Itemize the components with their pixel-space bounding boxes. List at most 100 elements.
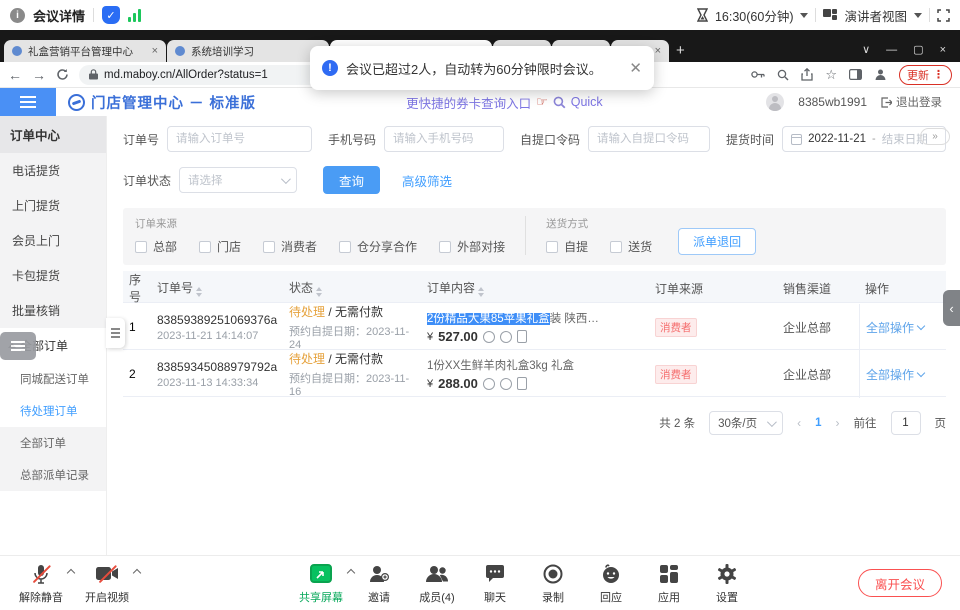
forward-icon[interactable]: → [32, 67, 46, 83]
checkbox-warehouse-coop[interactable]: 仓分享合作 [339, 238, 417, 255]
reactions-button[interactable]: 回应 [582, 562, 640, 605]
pickup-code-input[interactable] [588, 126, 710, 152]
toast-close-icon[interactable]: ✕ [629, 59, 642, 77]
col-status[interactable]: 状态 [283, 279, 421, 297]
sidebar-drag-handle[interactable] [106, 318, 125, 348]
logout-icon [881, 97, 892, 108]
sidebar-item-card-pickup[interactable]: 卡包提货 [0, 258, 106, 293]
settings-button[interactable]: 设置 [698, 562, 756, 605]
browser-tab-2[interactable]: 系统培训学习 × [167, 40, 329, 62]
col-content[interactable]: 订单内容 [421, 279, 649, 297]
sidebar-sub-hq-dispatch[interactable]: 总部派单记录 [0, 459, 106, 491]
unmute-button[interactable]: 解除静音 [12, 562, 70, 605]
sidebar-toggle-button[interactable] [0, 88, 56, 116]
leave-meeting-button[interactable]: 离开会议 [858, 569, 942, 597]
per-page-select[interactable]: 30条/页 [709, 411, 783, 435]
quick-label[interactable]: Quick [571, 95, 603, 109]
prev-page-button[interactable]: ‹ [797, 416, 801, 430]
order-status-select[interactable]: 请选择 [179, 167, 297, 193]
bookmark-star-icon[interactable]: ☆ [825, 67, 837, 83]
order-content-rest: 1份XX生鲜羊肉礼盒3kg 礼盒 [427, 360, 574, 372]
checkbox-consumer[interactable]: 消费者 [263, 238, 317, 255]
col-order-no[interactable]: 订单号 [151, 279, 283, 297]
mic-options-caret[interactable] [67, 568, 75, 576]
checkbox-store[interactable]: 门店 [199, 238, 241, 255]
security-shield-icon[interactable]: ✓ [102, 6, 120, 24]
sidebar-sub-pending-orders[interactable]: 待处理订单 [0, 395, 106, 427]
meeting-info-icon[interactable]: i [10, 8, 25, 23]
browser-menu-icon[interactable]: ⋮ [933, 68, 944, 81]
sidebar-sub-city-delivery[interactable]: 同城配送订单 [0, 363, 106, 395]
browser-tab-1[interactable]: 礼盒营销平台管理中心 × [4, 40, 166, 62]
password-key-icon[interactable] [751, 70, 765, 79]
new-tab-button[interactable]: + [676, 42, 685, 59]
checkbox-self-pickup[interactable]: 自提 [546, 238, 588, 255]
checkbox-icon[interactable] [135, 241, 147, 253]
sidebar-item-batch-verify[interactable]: 批量核销 [0, 293, 106, 328]
checkbox-icon[interactable] [439, 241, 451, 253]
zoom-icon[interactable] [777, 69, 789, 81]
checkbox-icon[interactable] [339, 241, 351, 253]
chrome-update-button[interactable]: 更新 ⋮ [899, 65, 952, 85]
right-panel-handle[interactable]: ‹ [943, 290, 960, 326]
user-avatar[interactable] [766, 93, 784, 111]
date-start-value[interactable]: 2022-11-21 [808, 133, 866, 145]
checkbox-icon[interactable] [199, 241, 211, 253]
checkbox-delivery[interactable]: 送货 [610, 238, 652, 255]
current-page[interactable]: 1 [815, 417, 821, 429]
window-close-button[interactable]: × [940, 44, 946, 56]
share-screen-button[interactable]: 共享屏幕 [292, 562, 350, 605]
checkbox-icon[interactable] [546, 241, 558, 253]
sidebar-sub-all-orders[interactable]: 全部订单 [0, 427, 106, 459]
sort-icon[interactable] [316, 287, 322, 297]
profile-icon[interactable] [874, 68, 887, 81]
chat-button[interactable]: 聊天 [466, 562, 524, 605]
meeting-toolbar: 解除静音 开启视频 共享屏幕 [0, 555, 960, 610]
search-button[interactable]: 查询 [323, 166, 380, 194]
checkbox-hq[interactable]: 总部 [135, 238, 177, 255]
invite-button[interactable]: 邀请 [350, 562, 408, 605]
video-options-caret[interactable] [133, 568, 141, 576]
checkbox-icon[interactable] [610, 241, 622, 253]
phone-input[interactable] [384, 126, 504, 152]
sidebar-item-door-pickup[interactable]: 上门提货 [0, 188, 106, 223]
view-caret-icon[interactable] [914, 13, 922, 18]
goto-page-input[interactable] [891, 411, 921, 435]
all-actions-dropdown[interactable]: 全部操作 [866, 319, 924, 336]
quick-card-link[interactable]: 更快捷的券卡查询入口 [406, 93, 531, 112]
timer-caret-icon[interactable] [800, 13, 808, 18]
checkbox-external[interactable]: 外部对接 [439, 238, 505, 255]
floating-list-button[interactable] [0, 332, 36, 360]
all-actions-dropdown[interactable]: 全部操作 [866, 366, 924, 383]
sort-icon[interactable] [196, 287, 202, 297]
apps-button[interactable]: 应用 [640, 562, 698, 605]
col-source: 订单来源 [649, 280, 777, 297]
network-signal-icon[interactable] [128, 9, 141, 22]
share-icon[interactable] [801, 68, 813, 81]
expand-filters-button[interactable]: » [920, 128, 950, 145]
dispatch-return-button[interactable]: 派单退回 [678, 228, 756, 255]
source-badge: 消费者 [655, 365, 697, 384]
members-button[interactable]: 成员(4) [408, 562, 466, 605]
sort-icon[interactable] [478, 287, 484, 297]
next-page-button[interactable]: › [836, 416, 840, 430]
order-status-label: 订单状态 [123, 172, 171, 189]
side-panel-icon[interactable] [849, 69, 862, 80]
reload-icon[interactable] [56, 68, 69, 81]
back-icon[interactable]: ← [8, 67, 22, 83]
start-video-button[interactable]: 开启视频 [78, 562, 136, 605]
record-button[interactable]: 录制 [524, 562, 582, 605]
window-maximize-button[interactable]: ▢ [913, 43, 923, 56]
logout-button[interactable]: 退出登录 [881, 94, 942, 110]
window-menu-caret[interactable]: ∨ [862, 43, 870, 56]
members-icon [425, 565, 449, 583]
order-no-input[interactable] [167, 126, 312, 152]
sidebar-item-phone-pickup[interactable]: 电话提货 [0, 153, 106, 188]
tab-close-icon[interactable]: × [150, 45, 158, 57]
window-minimize-button[interactable]: — [886, 44, 897, 56]
fullscreen-icon[interactable] [937, 9, 950, 22]
advanced-filter-link[interactable]: 高级筛选 [402, 171, 452, 190]
sidebar-item-member-visit[interactable]: 会员上门 [0, 223, 106, 258]
checkbox-icon[interactable] [263, 241, 275, 253]
quick-search-icon[interactable] [553, 96, 566, 109]
